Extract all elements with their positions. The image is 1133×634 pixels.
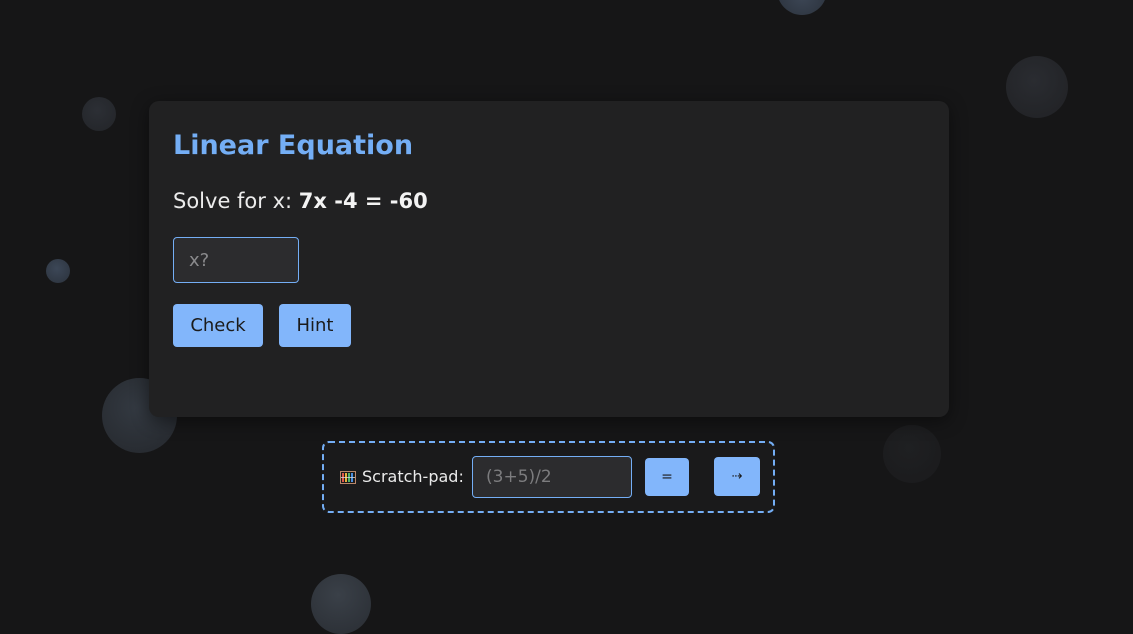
scratch-pad-input[interactable] [472,456,632,498]
check-button[interactable]: Check [173,304,263,347]
scratch-pad-label: Scratch-pad: [362,467,464,486]
card-title: Linear Equation [173,130,414,161]
background-bubble [883,425,941,483]
background-bubble [777,0,827,15]
equation-text: 7x -4 = -60 [298,189,428,213]
evaluate-button[interactable]: = [645,458,689,496]
background-bubble [1006,56,1068,118]
hint-button[interactable]: Hint [279,304,351,347]
answer-input[interactable] [173,237,299,283]
abacus-icon [340,471,356,484]
background-bubble [82,97,116,131]
question-text: Solve for x: 7x -4 = -60 [173,187,428,215]
background-bubble [311,574,371,634]
scratch-pad: Scratch-pad: = ⇢ [322,441,775,513]
background-bubble [46,259,70,283]
insert-result-button[interactable]: ⇢ [714,457,760,496]
question-prefix: Solve for x: [173,189,293,213]
equation-card: Linear Equation Solve for x: 7x -4 = -60… [149,101,949,417]
